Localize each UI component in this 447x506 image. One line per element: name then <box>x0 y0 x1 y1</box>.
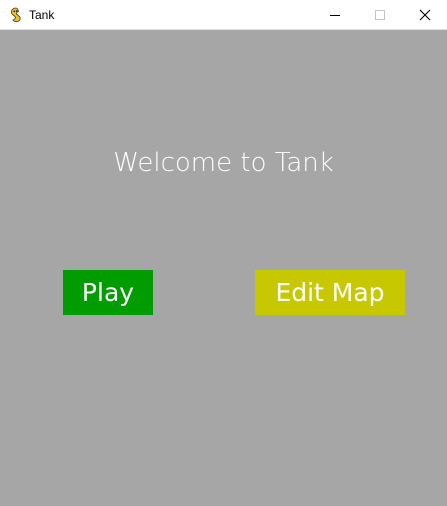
edit-map-button-label: Edit Map <box>275 278 385 307</box>
close-icon <box>419 9 431 20</box>
app-window: Tank Welcome to Tank Play Edit Map <box>0 0 447 506</box>
maximize-icon <box>375 9 385 20</box>
game-canvas: Welcome to Tank Play Edit Map <box>0 30 447 506</box>
maximize-button[interactable] <box>357 0 403 29</box>
pygame-snake-icon <box>11 7 21 23</box>
play-button-label: Play <box>81 278 135 307</box>
minimize-icon <box>330 14 340 16</box>
edit-map-button[interactable]: Edit Map <box>255 270 405 315</box>
window-title: Tank <box>29 8 55 22</box>
play-button[interactable]: Play <box>63 270 153 315</box>
close-button[interactable] <box>402 0 447 29</box>
title-bar[interactable]: Tank <box>0 0 447 30</box>
welcome-heading: Welcome to Tank <box>113 148 334 178</box>
minimize-button[interactable] <box>312 0 358 29</box>
